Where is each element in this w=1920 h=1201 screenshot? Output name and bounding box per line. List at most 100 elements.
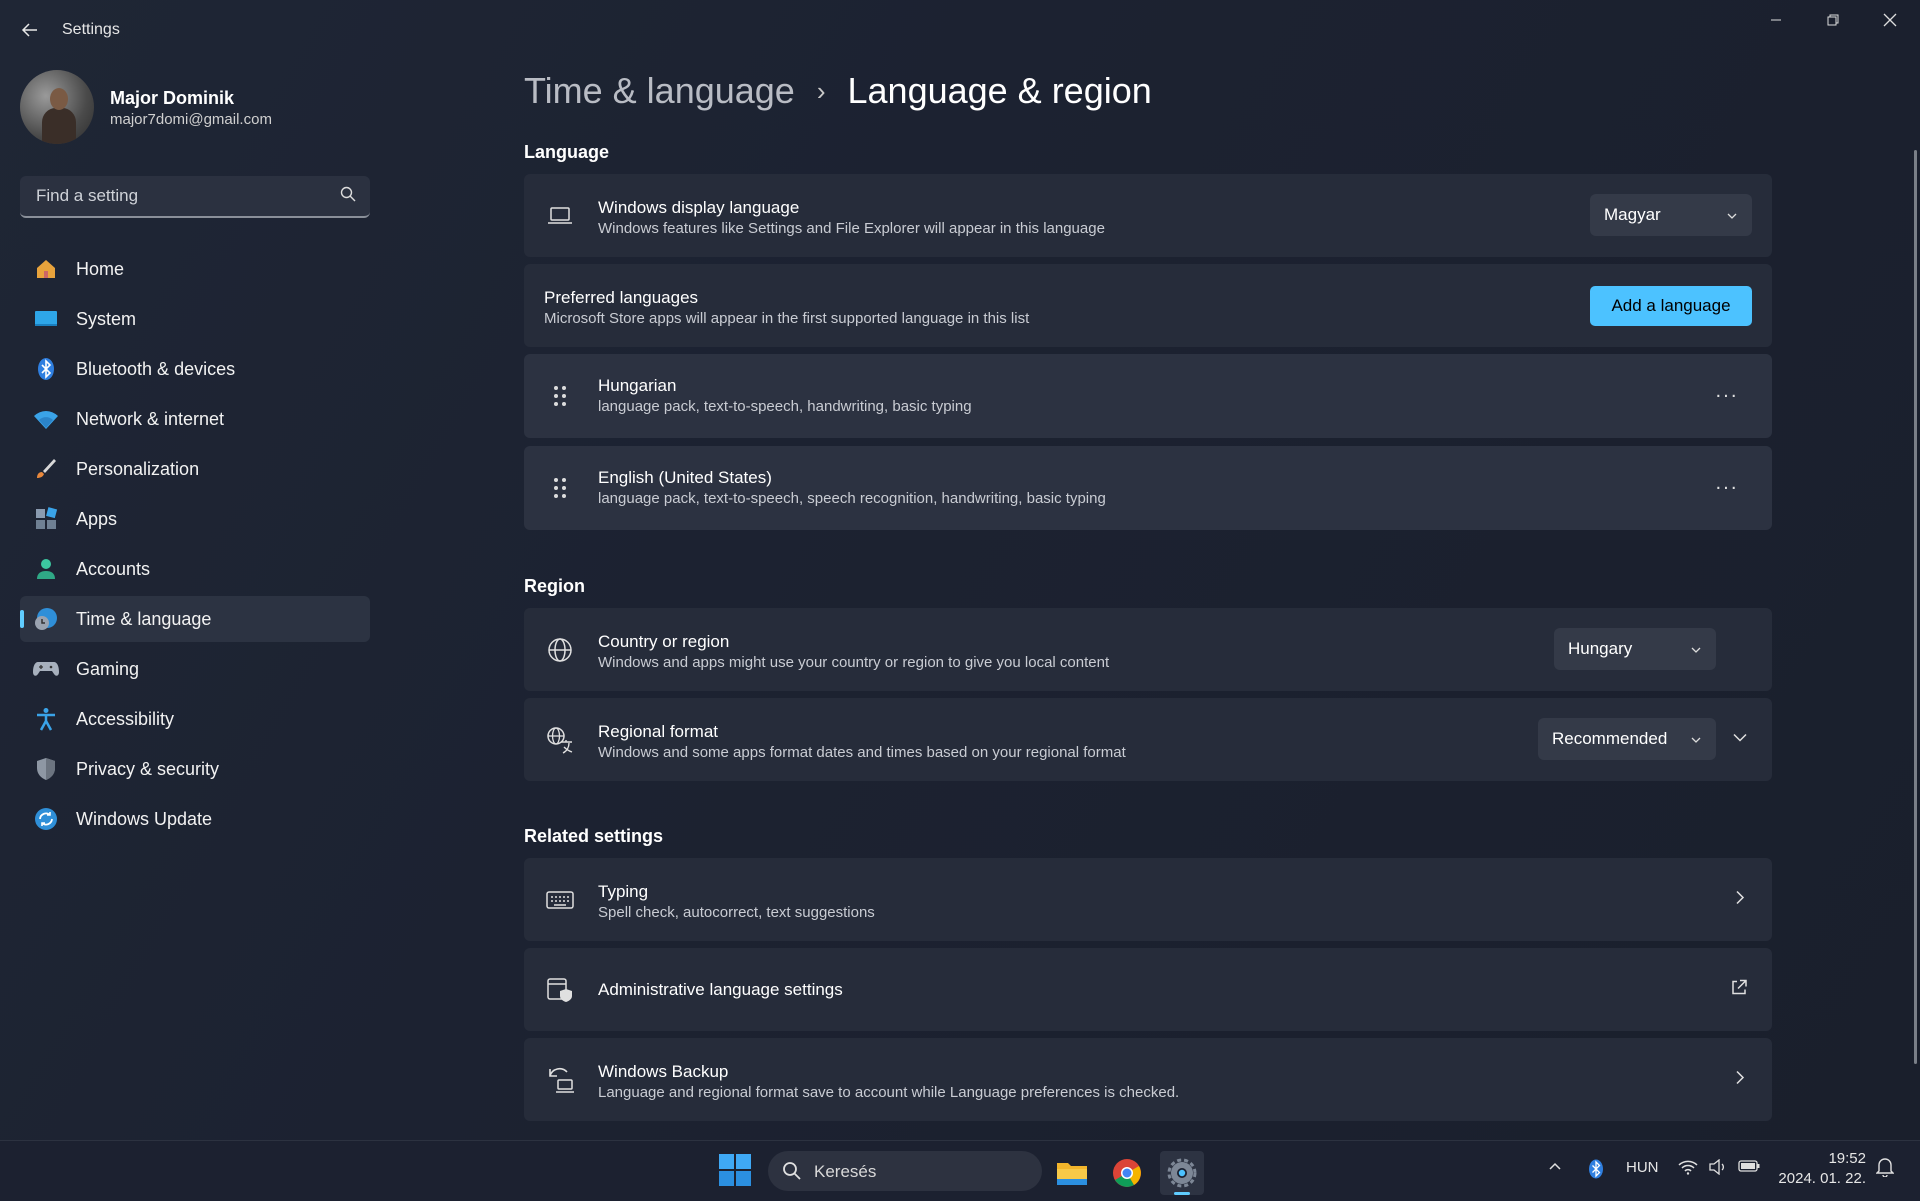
- sidebar-item-privacy[interactable]: Privacy & security: [20, 746, 370, 792]
- section-heading-language: Language: [524, 142, 610, 162]
- country-region-desc: Windows and apps might use your country …: [598, 654, 1110, 671]
- chrome-icon[interactable]: [1105, 1151, 1149, 1195]
- taskbar-search-label: Keresés: [814, 1162, 877, 1181]
- avatar[interactable]: [20, 70, 94, 144]
- related-item-title: Typing: [598, 882, 649, 901]
- add-language-button[interactable]: Add a language: [1590, 286, 1752, 326]
- language-name: Hungarian: [598, 376, 677, 395]
- preferred-languages-title: Preferred languages: [544, 288, 699, 307]
- input-language-indicator[interactable]: HUN: [1626, 1159, 1659, 1176]
- sidebar-item-system[interactable]: System: [20, 296, 370, 342]
- regional-format-desc: Windows and some apps format dates and t…: [598, 744, 1126, 761]
- search-icon: [782, 1161, 802, 1186]
- sidebar-item-label: Network & internet: [76, 408, 225, 429]
- external-link-icon: [1730, 978, 1748, 1001]
- back-arrow-icon[interactable]: [14, 14, 46, 46]
- sidebar-item-accounts[interactable]: Accounts: [20, 546, 370, 592]
- brush-icon: [32, 455, 60, 483]
- sidebar-item-bluetooth[interactable]: Bluetooth & devices: [20, 346, 370, 392]
- sidebar-item-label: Accounts: [76, 558, 151, 579]
- related-item-windows-backup[interactable]: Windows Backup Language and regional for…: [524, 1038, 1772, 1121]
- user-profile[interactable]: [20, 70, 94, 144]
- accessibility-icon: [32, 705, 60, 733]
- admin-language-icon: [546, 976, 574, 1004]
- breadcrumb-separator: ›: [816, 75, 826, 106]
- sidebar-item-label: Time & language: [76, 608, 212, 629]
- display-language-card: Windows display language Windows feature…: [524, 174, 1772, 257]
- profile-name: Major Dominik: [110, 88, 235, 108]
- shield-icon: [32, 755, 60, 783]
- related-item-admin-language[interactable]: Administrative language settings: [524, 948, 1772, 1031]
- sidebar-item-accessibility[interactable]: Accessibility: [20, 696, 370, 742]
- sidebar-item-apps[interactable]: Apps: [20, 496, 370, 542]
- regional-format-value: Recommended: [1552, 729, 1668, 748]
- language-features: language pack, text-to-speech, speech re…: [598, 490, 1106, 507]
- volume-icon[interactable]: [1708, 1158, 1728, 1179]
- more-options-icon[interactable]: ···: [1715, 385, 1738, 408]
- settings-window: Settings Major Dominik major7domi@gmail.…: [0, 0, 1920, 1140]
- bluetooth-icon: [32, 355, 60, 383]
- regional-format-icon: [546, 726, 574, 754]
- sidebar-item-time-language[interactable]: Time & language: [20, 596, 370, 642]
- breadcrumb-parent[interactable]: Time & language: [524, 70, 795, 112]
- drag-handle-icon[interactable]: [546, 382, 574, 410]
- language-item[interactable]: English (United States) language pack, t…: [524, 446, 1772, 530]
- show-hidden-icons-icon[interactable]: [1548, 1159, 1562, 1177]
- profile-email: major7domi@gmail.com: [110, 111, 272, 128]
- wifi-tray-icon[interactable]: [1678, 1159, 1698, 1179]
- search-box[interactable]: [20, 176, 370, 218]
- more-options-icon[interactable]: ···: [1715, 477, 1738, 500]
- globe-icon: [546, 636, 574, 664]
- language-item[interactable]: Hungarian language pack, text-to-speech,…: [524, 354, 1772, 438]
- sidebar-item-personalization[interactable]: Personalization: [20, 446, 370, 492]
- breadcrumb: Time & language › Language & region: [524, 70, 1152, 112]
- sidebar-item-network[interactable]: Network & internet: [20, 396, 370, 442]
- page-title: Language & region: [847, 70, 1152, 111]
- app-title: Settings: [62, 21, 120, 38]
- account-icon: [32, 555, 60, 583]
- chevron-down-icon: [1726, 207, 1738, 227]
- country-region-value: Hungary: [1568, 639, 1633, 658]
- regional-format-dropdown[interactable]: Recommended: [1538, 718, 1716, 760]
- close-icon[interactable]: [1862, 0, 1918, 40]
- globe-clock-icon: [32, 605, 60, 633]
- language-features: language pack, text-to-speech, handwriti…: [598, 398, 972, 415]
- country-region-title: Country or region: [598, 632, 730, 651]
- file-explorer-icon[interactable]: [1050, 1151, 1094, 1195]
- related-item-typing[interactable]: Typing Spell check, autocorrect, text su…: [524, 858, 1772, 941]
- country-region-dropdown[interactable]: Hungary: [1554, 628, 1716, 670]
- display-language-value: Magyar: [1604, 205, 1661, 224]
- clock[interactable]: 19:52 2024. 01. 22.: [1778, 1149, 1866, 1189]
- country-region-card: Country or region Windows and apps might…: [524, 608, 1772, 691]
- taskbar-search[interactable]: Keresés: [768, 1151, 1042, 1191]
- scrollbar[interactable]: [1914, 150, 1917, 1064]
- sidebar-item-gaming[interactable]: Gaming: [20, 646, 370, 692]
- settings-icon[interactable]: [1160, 1151, 1204, 1195]
- chevron-right-icon: [1732, 1069, 1748, 1090]
- taskbar: Keresés HUN 19:52 2024. 01. 22.: [0, 1140, 1920, 1201]
- sidebar-item-label: Windows Update: [76, 808, 213, 829]
- battery-icon[interactable]: [1738, 1159, 1760, 1177]
- chevron-down-icon: [1690, 641, 1702, 661]
- start-icon[interactable]: [718, 1153, 754, 1189]
- sidebar-item-label: Gaming: [76, 658, 140, 679]
- display-language-dropdown[interactable]: Magyar: [1590, 194, 1752, 236]
- search-icon[interactable]: [340, 186, 356, 207]
- restore-icon[interactable]: [1805, 0, 1861, 40]
- clock-date: 2024. 01. 22.: [1778, 1170, 1866, 1187]
- sidebar-item-label: Bluetooth & devices: [76, 358, 236, 379]
- regional-format-card[interactable]: Regional format Windows and some apps fo…: [524, 698, 1772, 781]
- sidebar-nav: Home System Bluetooth & devices Network …: [20, 246, 370, 846]
- sidebar-item-label: Apps: [76, 508, 118, 529]
- expand-chevron-icon[interactable]: [1732, 729, 1748, 750]
- sidebar-item-home[interactable]: Home: [20, 246, 370, 292]
- drag-handle-icon[interactable]: [546, 474, 574, 502]
- search-input[interactable]: [34, 185, 328, 207]
- related-item-desc: Language and regional format save to acc…: [598, 1084, 1180, 1101]
- bluetooth-tray-icon[interactable]: [1588, 1159, 1604, 1183]
- apps-icon: [32, 505, 60, 533]
- minimize-icon[interactable]: [1748, 0, 1804, 40]
- notification-bell-icon[interactable]: [1875, 1157, 1895, 1181]
- laptop-icon: [546, 202, 574, 230]
- sidebar-item-windows-update[interactable]: Windows Update: [20, 796, 370, 842]
